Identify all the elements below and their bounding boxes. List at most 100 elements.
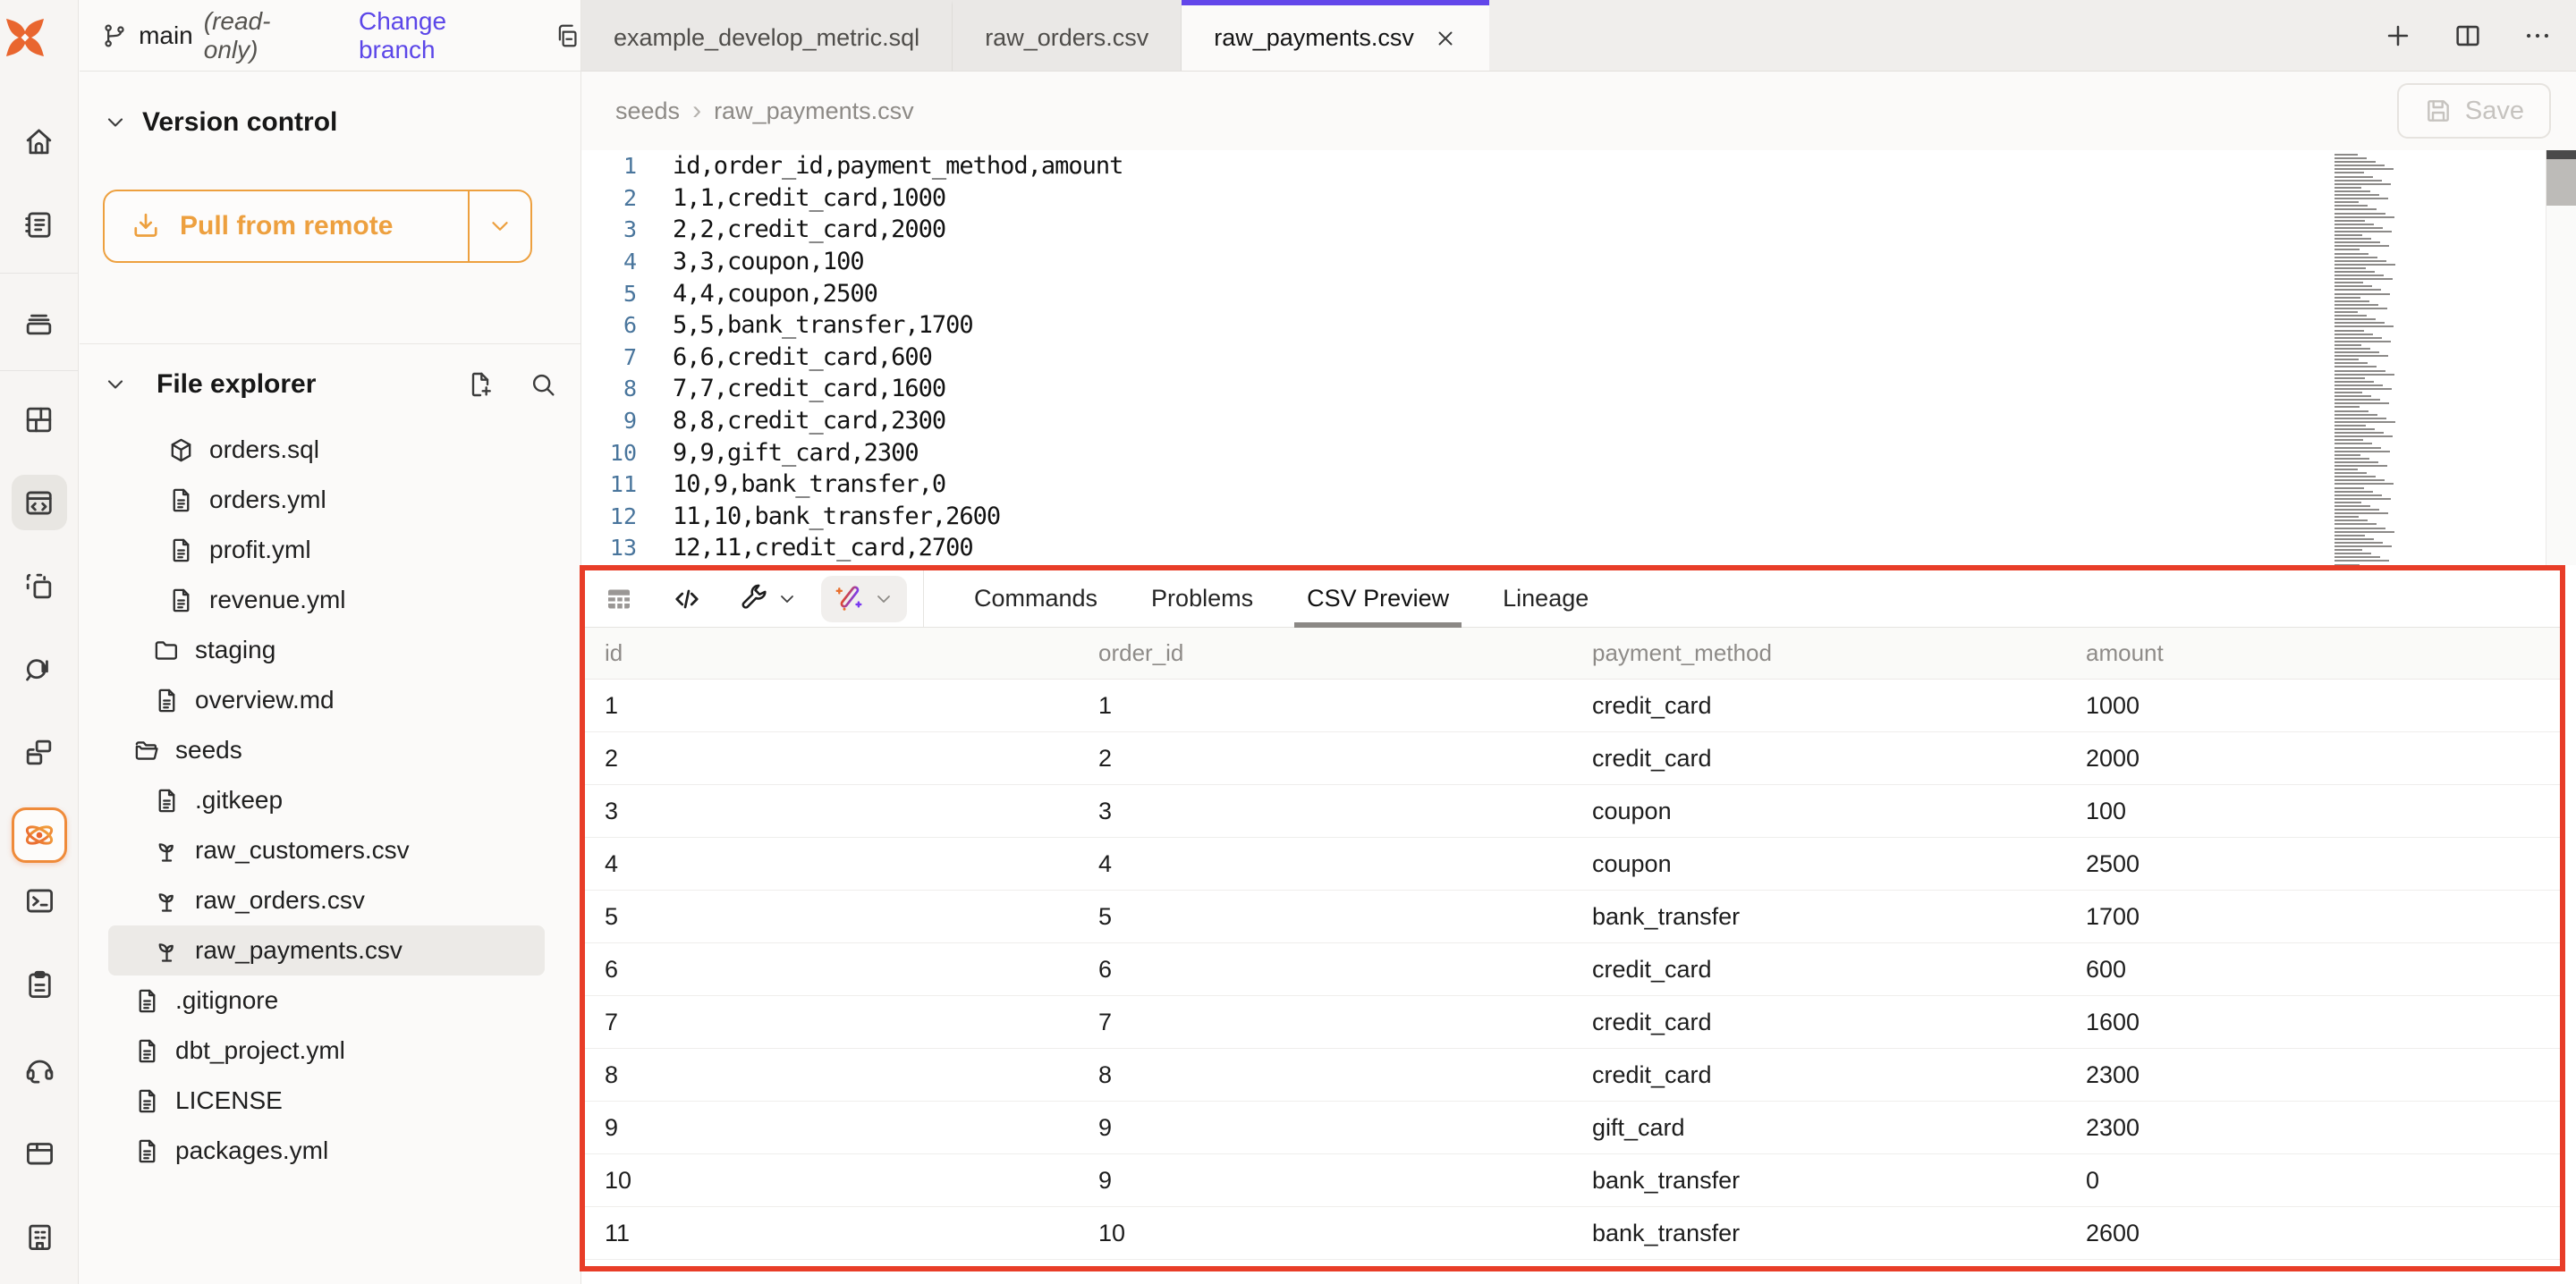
cell-payment-method: bank_transfer <box>1572 1167 2066 1195</box>
code-editor-icon[interactable] <box>12 475 67 530</box>
breadcrumb-folder[interactable]: seeds <box>615 97 680 125</box>
file-name: profit.yml <box>209 536 311 564</box>
tab-actions <box>2383 0 2553 72</box>
file-type-icon <box>153 837 181 865</box>
chevron-down-icon[interactable] <box>103 110 128 135</box>
table-row: 5 5 bank_transfer 1700 <box>585 891 2560 943</box>
cell-order-id: 6 <box>1079 956 1572 984</box>
scrollbar-thumb[interactable] <box>2546 159 2576 206</box>
archive-icon[interactable] <box>12 294 67 350</box>
chevron-down-icon <box>776 588 798 610</box>
bottom-panel-tab[interactable]: Commands <box>947 570 1124 628</box>
atom-copilot-icon[interactable] <box>12 807 67 863</box>
rail-divider <box>0 370 79 371</box>
table-row: 1 1 credit_card 1000 <box>585 680 2560 732</box>
line-text: 9,9,gift_card,2300 <box>637 439 919 467</box>
bottom-panel-tab[interactable]: Problems <box>1124 570 1280 628</box>
more-options-icon[interactable] <box>2522 21 2553 51</box>
bottom-panel-tab[interactable]: CSV Preview <box>1280 570 1476 628</box>
line-number: 11 <box>581 471 637 497</box>
cell-payment-method: coupon <box>1572 798 2066 825</box>
insights-search-icon[interactable] <box>12 641 67 697</box>
table-row: 7 7 credit_card 1600 <box>585 996 2560 1049</box>
new-file-icon[interactable] <box>466 370 495 399</box>
split-view-icon[interactable] <box>2453 21 2483 51</box>
cell-amount: 0 <box>2066 1167 2560 1195</box>
file-type-icon <box>153 787 181 815</box>
chevron-down-icon <box>873 588 894 610</box>
file-type-icon <box>133 987 161 1015</box>
code-line: 3 2,2,credit_card,2000 <box>581 214 2576 246</box>
file-type-icon <box>167 436 195 464</box>
csv-preview-panel: Commands Problems CSV Preview Lineage <box>580 565 2565 1271</box>
notebook-icon[interactable] <box>12 197 67 252</box>
file-name: raw_orders.csv <box>195 886 365 915</box>
file-item[interactable]: revenue.yml <box>108 575 545 625</box>
cell-order-id: 7 <box>1079 1009 1572 1036</box>
line-text: 11,10,bank_transfer,2600 <box>637 503 1000 530</box>
clipboard-icon[interactable] <box>12 957 67 1012</box>
terminal-icon[interactable] <box>12 873 67 928</box>
close-icon[interactable] <box>1434 27 1457 50</box>
save-button[interactable]: Save <box>2397 83 2551 139</box>
file-item[interactable]: LICENSE <box>108 1076 545 1126</box>
file-item[interactable]: seeds <box>108 725 545 775</box>
file-item[interactable]: overview.md <box>108 675 545 725</box>
file-item[interactable]: orders.sql <box>108 425 545 475</box>
file-item[interactable]: raw_payments.csv <box>108 925 545 976</box>
home-icon[interactable] <box>12 114 67 169</box>
code-icon[interactable] <box>671 583 703 615</box>
file-item[interactable]: orders.yml <box>108 475 545 525</box>
chevron-down-icon[interactable] <box>103 372 128 397</box>
building-icon[interactable] <box>12 1209 67 1264</box>
editor-scrollbar[interactable] <box>2546 150 2576 565</box>
file-explorer-section: File explorer orders.sql orders.yml <box>80 344 580 1176</box>
ai-assist-dropdown[interactable] <box>821 576 907 622</box>
minimap[interactable] <box>2334 154 2406 565</box>
editor-tab[interactable]: example_develop_metric.sql <box>581 0 953 71</box>
file-item[interactable]: profit.yml <box>108 525 545 575</box>
code-line: 6 5,5,bank_transfer,1700 <box>581 309 2576 342</box>
line-number: 9 <box>581 408 637 434</box>
file-name: .gitkeep <box>195 786 283 815</box>
table-icon[interactable] <box>603 583 635 615</box>
save-label: Save <box>2465 97 2524 126</box>
file-item[interactable]: .gitignore <box>108 976 545 1026</box>
windows-icon[interactable] <box>12 724 67 780</box>
scrollbar-cap <box>2546 150 2576 159</box>
column-header: payment_method <box>1572 639 2066 667</box>
search-icon[interactable] <box>529 370 557 399</box>
cell-order-id: 1 <box>1079 692 1572 720</box>
file-item[interactable]: staging <box>108 625 545 675</box>
browser-window-icon[interactable] <box>12 1125 67 1180</box>
breadcrumb: seeds › raw_payments.csv <box>615 96 914 126</box>
file-item[interactable]: .gitkeep <box>108 775 545 825</box>
editor-header: seeds › raw_payments.csv Save <box>581 72 2576 150</box>
file-type-icon <box>133 737 161 764</box>
editor-tab[interactable]: raw_orders.csv <box>953 0 1182 71</box>
pull-dropdown-caret[interactable] <box>468 191 530 261</box>
code-line: 4 3,3,coupon,100 <box>581 246 2576 278</box>
change-branch-link[interactable]: Change branch <box>359 7 520 64</box>
file-item[interactable]: raw_orders.csv <box>108 875 545 925</box>
cell-payment-method: credit_card <box>1572 1061 2066 1089</box>
editor-tab[interactable]: raw_payments.csv <box>1182 0 1489 71</box>
code-editor[interactable]: 1 id,order_id,payment_method,amount 2 1,… <box>581 150 2576 565</box>
new-tab-icon[interactable] <box>2383 21 2413 51</box>
cell-id: 7 <box>585 1009 1079 1036</box>
bottom-panel-tab[interactable]: Lineage <box>1476 570 1615 628</box>
pull-from-remote-button[interactable]: Pull from remote <box>103 190 532 263</box>
cell-id: 2 <box>585 745 1079 773</box>
line-text: 7,7,credit_card,1600 <box>637 375 945 402</box>
file-item[interactable]: dbt_project.yml <box>108 1026 545 1076</box>
code-line: 12 11,10,bank_transfer,2600 <box>581 501 2576 533</box>
dashboard-grid-icon[interactable] <box>12 392 67 447</box>
build-tools-dropdown[interactable] <box>739 584 798 614</box>
line-number: 7 <box>581 344 637 370</box>
file-name: staging <box>195 636 275 664</box>
file-item[interactable]: packages.yml <box>108 1126 545 1176</box>
headset-icon[interactable] <box>12 1041 67 1096</box>
file-item[interactable]: raw_customers.csv <box>108 825 545 875</box>
copy-icon[interactable] <box>554 21 580 50</box>
capture-frame-icon[interactable] <box>12 558 67 613</box>
